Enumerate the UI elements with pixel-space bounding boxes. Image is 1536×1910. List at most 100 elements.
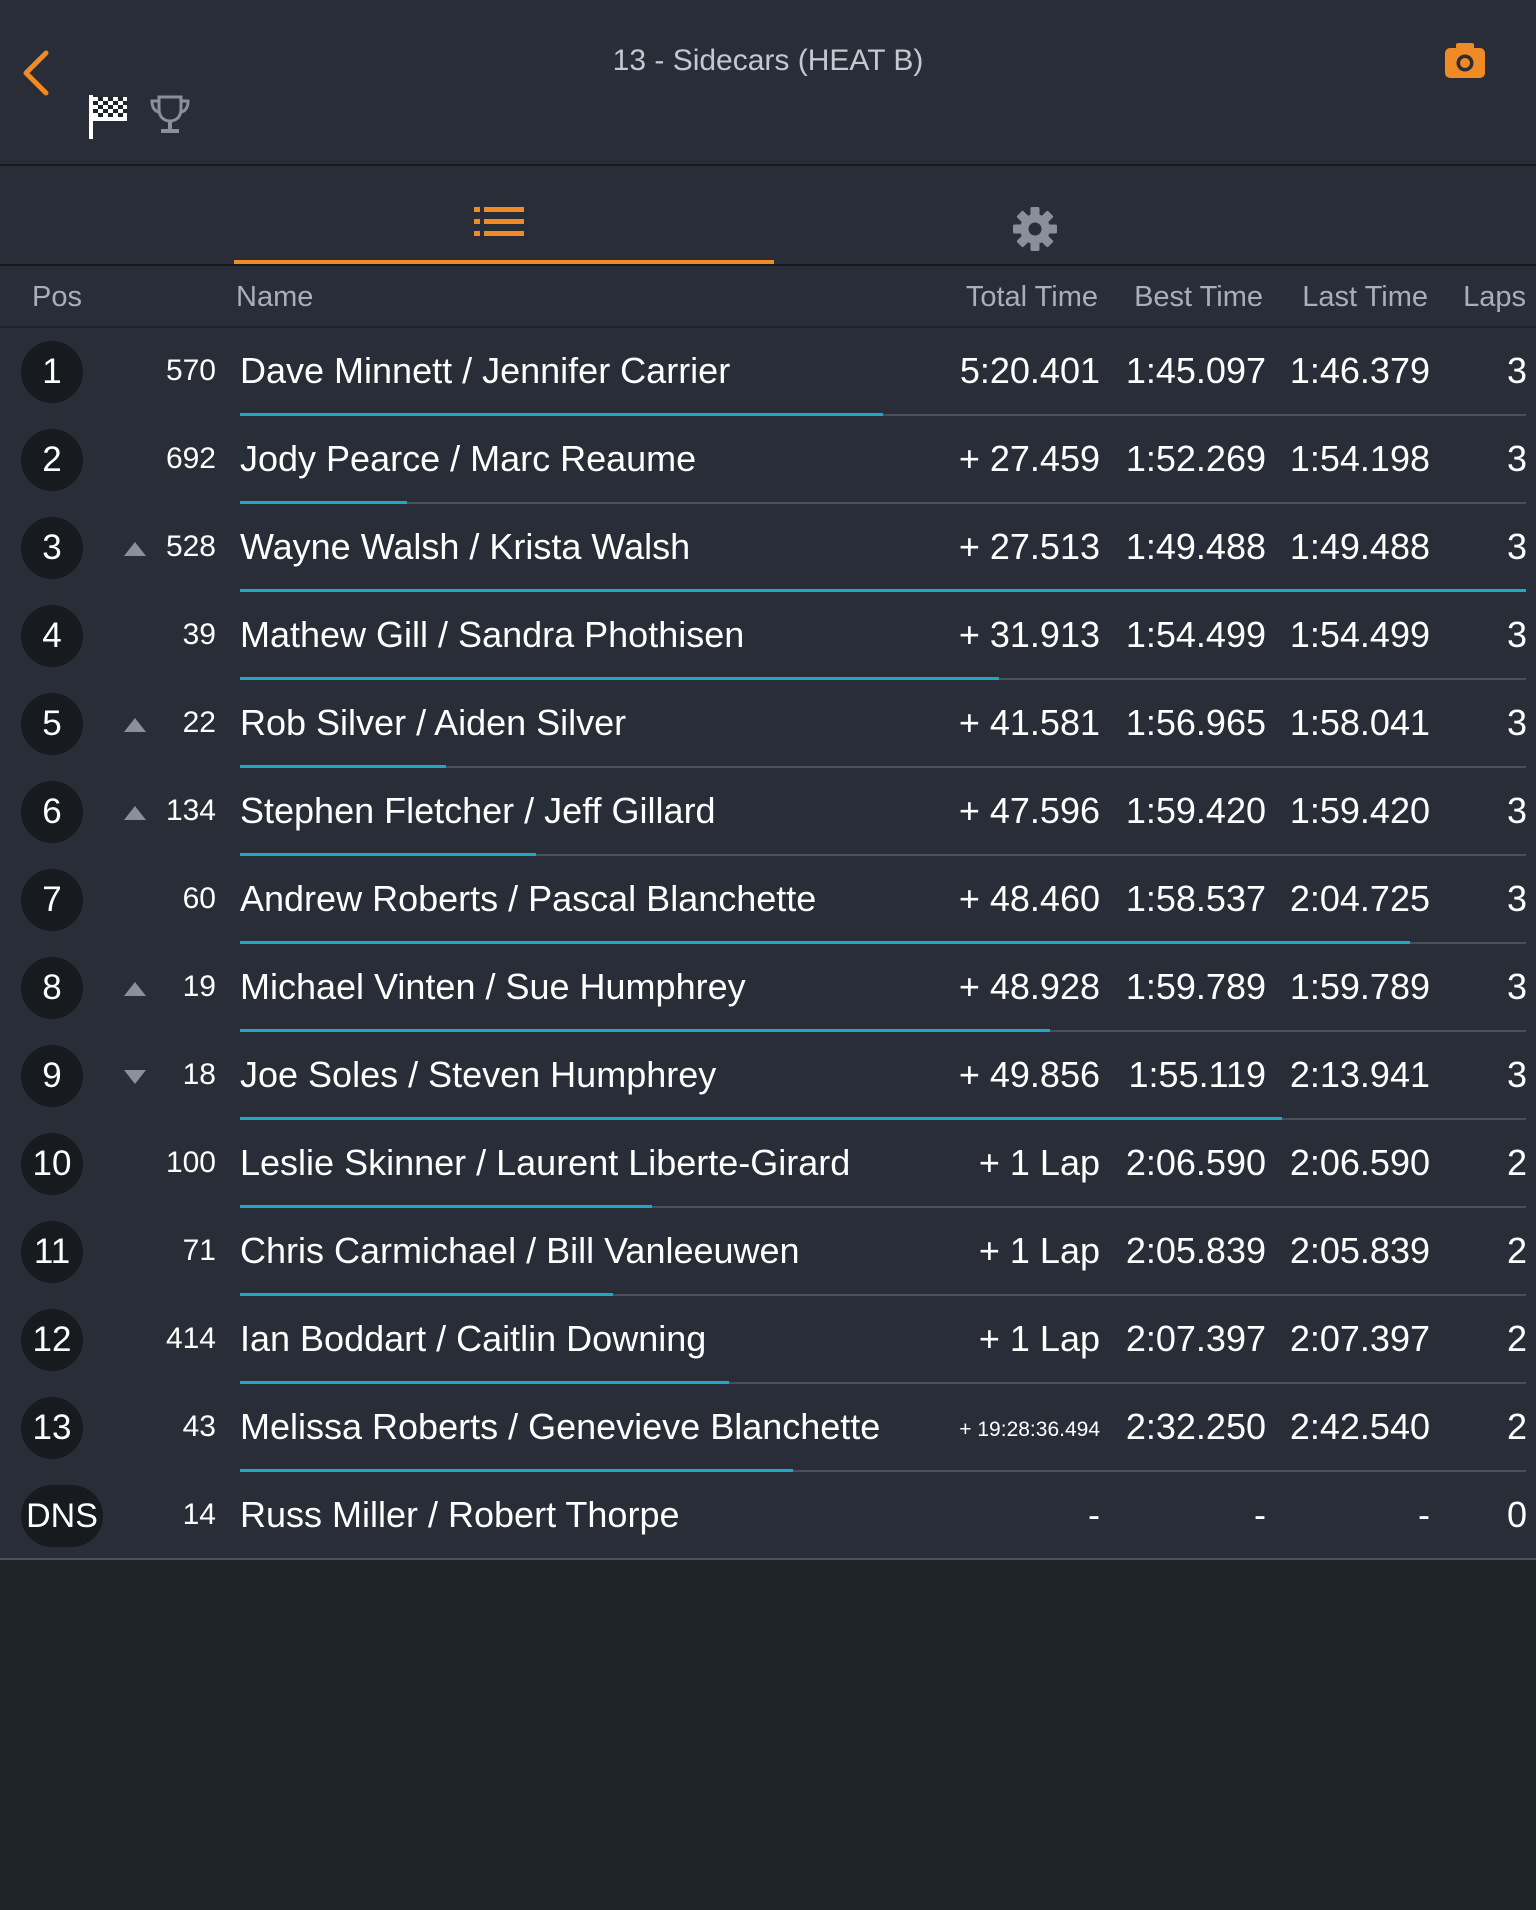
total-time: + 1 Lap <box>978 1230 1100 1271</box>
trophy-icon[interactable] <box>148 93 192 137</box>
last-time: 1:49.488 <box>1289 526 1430 567</box>
best-time: 1:49.488 <box>1125 526 1266 567</box>
table-row[interactable]: DNS 14 Russ Miller / Robert Thorpe - - -… <box>0 1472 1536 1560</box>
best-time: 1:45.097 <box>1125 350 1266 391</box>
best-time: 2:06.590 <box>1125 1142 1266 1183</box>
laps: 3 <box>1506 1054 1527 1095</box>
table-row[interactable]: 13 43 Melissa Roberts / Genevieve Blanch… <box>0 1384 1536 1472</box>
table-row[interactable]: 5 22 Rob Silver / Aiden Silver + 41.581 … <box>0 680 1536 768</box>
laps: 2 <box>1506 1318 1527 1359</box>
results-table-header: Pos Name Total Time Best Time Last Time … <box>0 266 1536 326</box>
table-row[interactable]: 12 414 Ian Boddart / Caitlin Downing + 1… <box>0 1296 1536 1384</box>
competitor-name: Russ Miller / Robert Thorpe <box>240 1494 680 1535</box>
column-pos[interactable]: Pos <box>32 281 82 314</box>
last-time: 1:54.198 <box>1289 438 1430 479</box>
competitor-name: Wayne Walsh / Krista Walsh <box>240 526 691 567</box>
competitor-name: Mathew Gill / Sandra Phothisen <box>240 614 745 655</box>
position-up-icon <box>124 542 146 556</box>
tab-results-list[interactable] <box>234 166 774 264</box>
table-row[interactable]: 6 134 Stephen Fletcher / Jeff Gillard + … <box>0 768 1536 856</box>
column-total-time[interactable]: Total Time <box>966 281 1098 314</box>
competitor-name: Michael Vinten / Sue Humphrey <box>240 966 746 1007</box>
position-badge: 8 <box>21 957 83 1019</box>
best-time: - <box>1254 1494 1266 1535</box>
top-bar: 13 - Sidecars (HEAT B) <box>0 0 1536 166</box>
total-time: + 1 Lap <box>978 1318 1100 1359</box>
table-row[interactable]: 3 528 Wayne Walsh / Krista Walsh + 27.51… <box>0 504 1536 592</box>
position-up-icon <box>124 806 146 820</box>
competitor-number: 19 <box>182 970 216 1003</box>
competitor-number: 22 <box>182 706 216 739</box>
laps: 3 <box>1506 878 1527 919</box>
progress-bar <box>240 1029 1050 1032</box>
laps: 2 <box>1506 1142 1527 1183</box>
camera-button[interactable] <box>1443 40 1487 80</box>
last-time: 2:04.725 <box>1289 878 1430 919</box>
column-last-time[interactable]: Last Time <box>1302 281 1428 314</box>
progress-bar <box>240 1381 729 1384</box>
progress-bar <box>240 1469 793 1472</box>
total-time: + 48.460 <box>958 878 1100 919</box>
best-time: 1:58.537 <box>1125 878 1266 919</box>
competitor-name: Rob Silver / Aiden Silver <box>240 702 627 743</box>
total-time: + 27.513 <box>958 526 1100 567</box>
position-up-icon <box>124 718 146 732</box>
best-time: 2:05.839 <box>1125 1230 1266 1271</box>
competitor-name: Joe Soles / Steven Humphrey <box>240 1054 717 1095</box>
competitor-number: 43 <box>182 1410 216 1443</box>
total-time: 5:20.401 <box>959 350 1100 391</box>
table-row[interactable]: 1 570 Dave Minnett / Jennifer Carrier 5:… <box>0 328 1536 416</box>
total-time: + 1 Lap <box>978 1142 1100 1183</box>
table-row[interactable]: 4 39 Mathew Gill / Sandra Phothisen + 31… <box>0 592 1536 680</box>
tab-settings[interactable] <box>774 166 1314 264</box>
progress-bar <box>240 853 536 856</box>
position-badge: 9 <box>21 1045 83 1107</box>
laps: 3 <box>1506 350 1527 391</box>
progress-bar <box>240 589 1526 592</box>
last-time: 1:46.379 <box>1289 350 1430 391</box>
table-row[interactable]: 2 692 Jody Pearce / Marc Reaume + 27.459… <box>0 416 1536 504</box>
checkered-flag-icon[interactable] <box>86 92 132 140</box>
position-up-icon <box>124 982 146 996</box>
race-title: 13 - Sidecars (HEAT B) <box>612 44 924 77</box>
tab-bar <box>0 166 1536 266</box>
progress-bar <box>240 765 446 768</box>
position-badge: 4 <box>21 605 83 667</box>
position-badge: 11 <box>21 1221 83 1283</box>
total-time: + 48.928 <box>958 966 1100 1007</box>
progress-bar <box>240 677 999 680</box>
position-badge: 10 <box>21 1133 83 1195</box>
progress-bar <box>240 501 407 504</box>
last-time: 2:42.540 <box>1289 1406 1430 1447</box>
active-tab-indicator <box>234 260 774 264</box>
progress-bar <box>240 1293 613 1296</box>
best-time: 1:56.965 <box>1125 702 1266 743</box>
competitor-number: 414 <box>165 1322 216 1355</box>
table-row[interactable]: 7 60 Andrew Roberts / Pascal Blanchette … <box>0 856 1536 944</box>
competitor-number: 60 <box>182 882 216 915</box>
best-time: 1:52.269 <box>1125 438 1266 479</box>
total-time: - <box>1088 1494 1100 1535</box>
table-row[interactable]: 10 100 Leslie Skinner / Laurent Liberte-… <box>0 1120 1536 1208</box>
last-time: 1:59.420 <box>1289 790 1430 831</box>
last-time: 1:58.041 <box>1289 702 1430 743</box>
position-badge: 2 <box>21 429 83 491</box>
best-time: 1:55.119 <box>1128 1054 1266 1095</box>
table-row[interactable]: 9 18 Joe Soles / Steven Humphrey + 49.85… <box>0 1032 1536 1120</box>
laps: 3 <box>1506 702 1527 743</box>
progress-bar <box>240 1117 1282 1120</box>
last-time: 2:07.397 <box>1289 1318 1430 1359</box>
last-time: 2:13.941 <box>1289 1054 1430 1095</box>
table-row[interactable]: 11 71 Chris Carmichael / Bill Vanleeuwen… <box>0 1208 1536 1296</box>
table-row[interactable]: 8 19 Michael Vinten / Sue Humphrey + 48.… <box>0 944 1536 1032</box>
column-laps[interactable]: Laps <box>1463 281 1526 314</box>
competitor-name: Stephen Fletcher / Jeff Gillard <box>240 790 716 831</box>
column-name[interactable]: Name <box>236 281 313 314</box>
competitor-number: 39 <box>182 618 216 651</box>
position-down-icon <box>124 1070 146 1084</box>
gear-icon <box>1013 207 1057 251</box>
total-time: + 27.459 <box>958 438 1100 479</box>
competitor-name: Melissa Roberts / Genevieve Blanchette <box>240 1406 881 1447</box>
progress-bar <box>240 413 883 416</box>
column-best-time[interactable]: Best Time <box>1134 281 1263 314</box>
